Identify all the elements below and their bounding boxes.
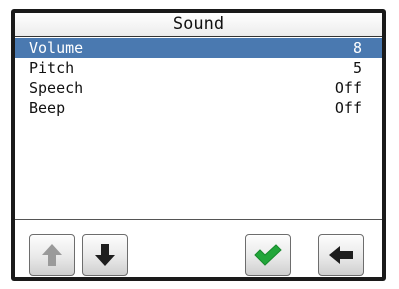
menu-item-value: 8 [352,39,362,57]
menu-item-value: Off [334,99,362,117]
checkmark-icon [254,244,282,266]
title-bar: Sound [15,13,382,37]
menu-item-label: Pitch [29,59,75,77]
menu-item-beep[interactable]: Beep Off [15,98,382,118]
menu-item-label: Beep [29,99,66,117]
arrow-down-icon [95,244,115,266]
page-title: Sound [172,14,225,34]
menu-item-speech[interactable]: Speech Off [15,78,382,98]
screen: Sound Volume 8 Pitch 5 Speech Off Beep O… [15,13,382,277]
menu-item-pitch[interactable]: Pitch 5 [15,58,382,78]
menu-item-label: Speech [29,79,84,97]
back-button[interactable] [318,234,364,276]
menu-list: Volume 8 Pitch 5 Speech Off Beep Off [15,38,382,118]
arrow-up-icon [42,244,62,266]
scroll-up-button[interactable] [29,234,75,276]
toolbar [15,220,382,277]
menu-item-value: Off [334,79,362,97]
menu-item-label: Volume [29,39,84,57]
arrow-left-icon [329,246,353,264]
scroll-down-button[interactable] [82,234,128,276]
confirm-button[interactable] [245,234,291,276]
device-frame: Sound Volume 8 Pitch 5 Speech Off Beep O… [11,9,386,281]
menu-item-volume[interactable]: Volume 8 [15,38,382,58]
menu-item-value: 5 [352,59,362,77]
